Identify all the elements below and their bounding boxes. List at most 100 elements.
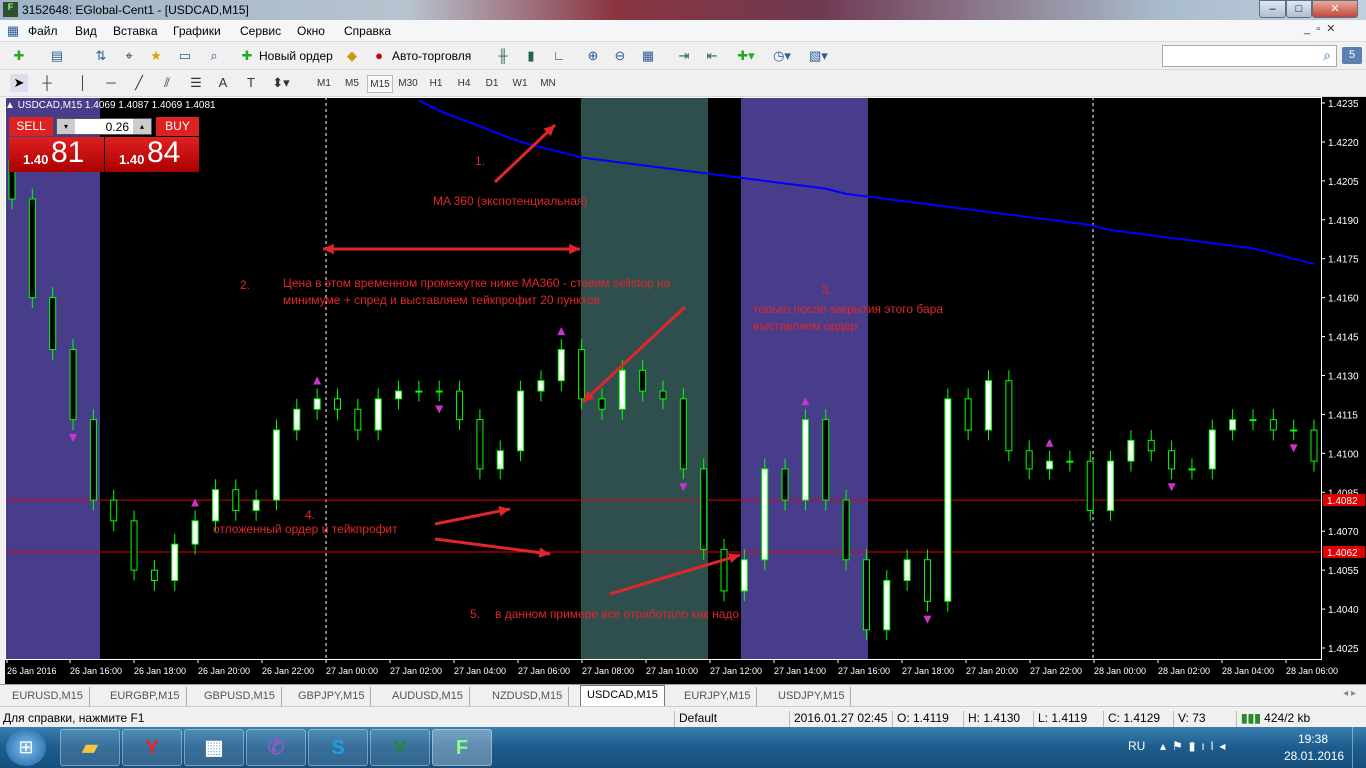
chart-tab[interactable]: AUDUSD,M15 [386,687,470,706]
menu-view[interactable]: Вид [75,24,97,38]
trendline-icon[interactable]: ╱ [130,74,148,92]
explorer-icon[interactable]: ▰ [60,729,120,766]
timeframe-mn[interactable]: MN [535,75,561,93]
autoscroll-icon[interactable]: ⇥ [675,47,693,65]
clock-time[interactable]: 19:38 [1298,732,1328,746]
minimize-button[interactable]: – [1259,0,1286,18]
candle-body [232,489,240,511]
indicators-icon[interactable]: ✚▾ [737,47,755,65]
clock-date[interactable]: 28.01.2016 [1284,749,1344,763]
menu-file[interactable]: Файл [28,24,58,38]
chart-window-icon[interactable]: ▦ [4,22,22,40]
language-indicator[interactable]: RU [1128,739,1145,753]
text-label-icon[interactable]: T [242,74,260,92]
cursor-icon[interactable]: ➤ [10,74,28,92]
candle-body [211,489,219,522]
navigator-icon[interactable]: ★ [147,47,165,65]
close-button[interactable]: ✕ [1312,0,1358,18]
timeframe-h1[interactable]: H1 [423,75,449,93]
tile-windows-icon[interactable]: ▦ [639,47,657,65]
mdi-controls[interactable]: _ ▫ ✕ [1304,22,1335,35]
fibonacci-icon[interactable]: ☰ [187,74,205,92]
bar-chart-icon[interactable]: ╫ [494,47,512,65]
candle-body [191,520,199,545]
candlestick-icon[interactable]: ▮ [522,47,540,65]
timeframe-m30[interactable]: M30 [395,75,421,93]
profiles-icon[interactable]: ▤ [48,47,66,65]
crosshair-icon[interactable]: ┼ [38,74,56,92]
maximize-button[interactable]: □ [1286,0,1312,18]
terminal-icon[interactable]: ▭ [176,47,194,65]
show-desktop-button[interactable] [1352,727,1366,768]
menu-help[interactable]: Справка [344,24,391,38]
ask-price[interactable]: 1.40 84 [105,136,199,172]
vertical-line-icon[interactable]: │ [74,74,92,92]
horizontal-line-icon[interactable]: ─ [102,74,120,92]
calculator-icon[interactable]: ▦ [184,729,244,766]
chart-tab[interactable]: USDCAD,M15 [580,685,665,707]
buy-button[interactable]: BUY [156,117,199,136]
y-tick-label: 1.4160 [1328,294,1359,305]
candle-body [435,390,443,393]
templates-icon[interactable]: ▧▾ [809,47,828,65]
metatrader-icon[interactable]: F [432,729,492,766]
chart-tab[interactable]: EURGBP,M15 [104,687,187,706]
yandex-browser-icon[interactable]: Y [122,729,182,766]
timeframe-d1[interactable]: D1 [479,75,505,93]
timeframe-h4[interactable]: H4 [451,75,477,93]
tray-icons[interactable]: ▴⚑▮ıl◂ [1160,739,1231,753]
candle-body [557,349,565,382]
chart-tab[interactable]: GBPUSD,M15 [198,687,282,706]
bar-high: H: 1.4130 [963,711,1031,727]
skype-icon[interactable]: S [308,729,368,766]
chart-tab[interactable]: GBPJPY,M15 [292,687,372,706]
text-icon[interactable]: A [214,74,232,92]
candle-body [395,390,403,400]
menu-tools[interactable]: Сервис [240,24,281,38]
candle-body [903,559,911,582]
candle-body [801,419,809,501]
candle-body [944,398,952,602]
price-chart[interactable]: 1.4235 1.4220 1.4205 1.4190 1.4175 1.4160 1.41… [5,97,1366,684]
tab-scroll-arrows[interactable]: ◂ ▸ [1343,688,1356,699]
menu-bar: ▦ Файл Вид Вставка Графики Сервис Окно С… [0,20,1366,42]
zoom-in-icon[interactable]: ⊕ [584,47,602,65]
chart-tab[interactable]: NZDUSD,M15 [486,687,570,706]
lot-increase-button[interactable]: ▴ [133,119,151,134]
market-watch-icon[interactable]: ⇅ [92,47,110,65]
timeframe-m15[interactable]: M15 [367,75,393,93]
viber-icon[interactable]: ✆ [246,729,306,766]
line-chart-icon[interactable]: ∟ [550,47,568,65]
chart-tab[interactable]: EURJPY,M15 [678,687,758,706]
search-icon[interactable]: ⌕ [1323,47,1331,64]
timeframe-w1[interactable]: W1 [507,75,533,93]
new-chart-icon[interactable]: ✚ [10,47,28,65]
chart-tab[interactable]: EURUSD,M15 [6,687,90,706]
data-window-icon[interactable]: ⌖ [120,47,138,65]
chart-tab[interactable]: USDJPY,M15 [772,687,852,706]
strategy-tester-icon[interactable]: ⌕ [205,47,223,65]
excel-icon[interactable]: X [370,729,430,766]
chart-canvas[interactable]: 1.4235 1.4220 1.4205 1.4190 1.4175 1.4160 1.41… [5,97,1366,684]
metaeditor-icon[interactable]: ◆ [343,47,361,65]
lot-decrease-button[interactable]: ▾ [57,119,75,134]
annotation-5-text: в данном примере все отработало как надо [495,607,740,621]
timeframe-m5[interactable]: M5 [339,75,365,93]
menu-charts[interactable]: Графики [173,24,221,38]
chart-shift-icon[interactable]: ⇤ [703,47,721,65]
notifications-badge[interactable]: 5 [1342,47,1362,64]
menu-window[interactable]: Окно [297,24,325,38]
start-button[interactable]: ⊞ [6,729,46,766]
drawing-toolbar: ➤ ┼ │ ─ ╱ ⫽ ☰ A T ⬍▾ M1 M5 M15 M30 H1 H4… [0,70,1366,97]
periods-icon[interactable]: ◷▾ [773,47,791,65]
bid-price[interactable]: 1.40 81 [9,136,104,172]
zoom-out-icon[interactable]: ⊖ [611,47,629,65]
menu-insert[interactable]: Вставка [113,24,158,38]
lot-size-input[interactable]: ▾ 0.26 ▴ [56,118,152,135]
equidistant-channel-icon[interactable]: ⫽ [158,74,176,92]
sell-button[interactable]: SELL [9,117,53,136]
timeframe-m1[interactable]: M1 [311,75,337,93]
candle-body [28,198,36,299]
search-input[interactable]: ⌕ [1162,45,1337,67]
arrows-icon[interactable]: ⬍▾ [272,74,290,92]
